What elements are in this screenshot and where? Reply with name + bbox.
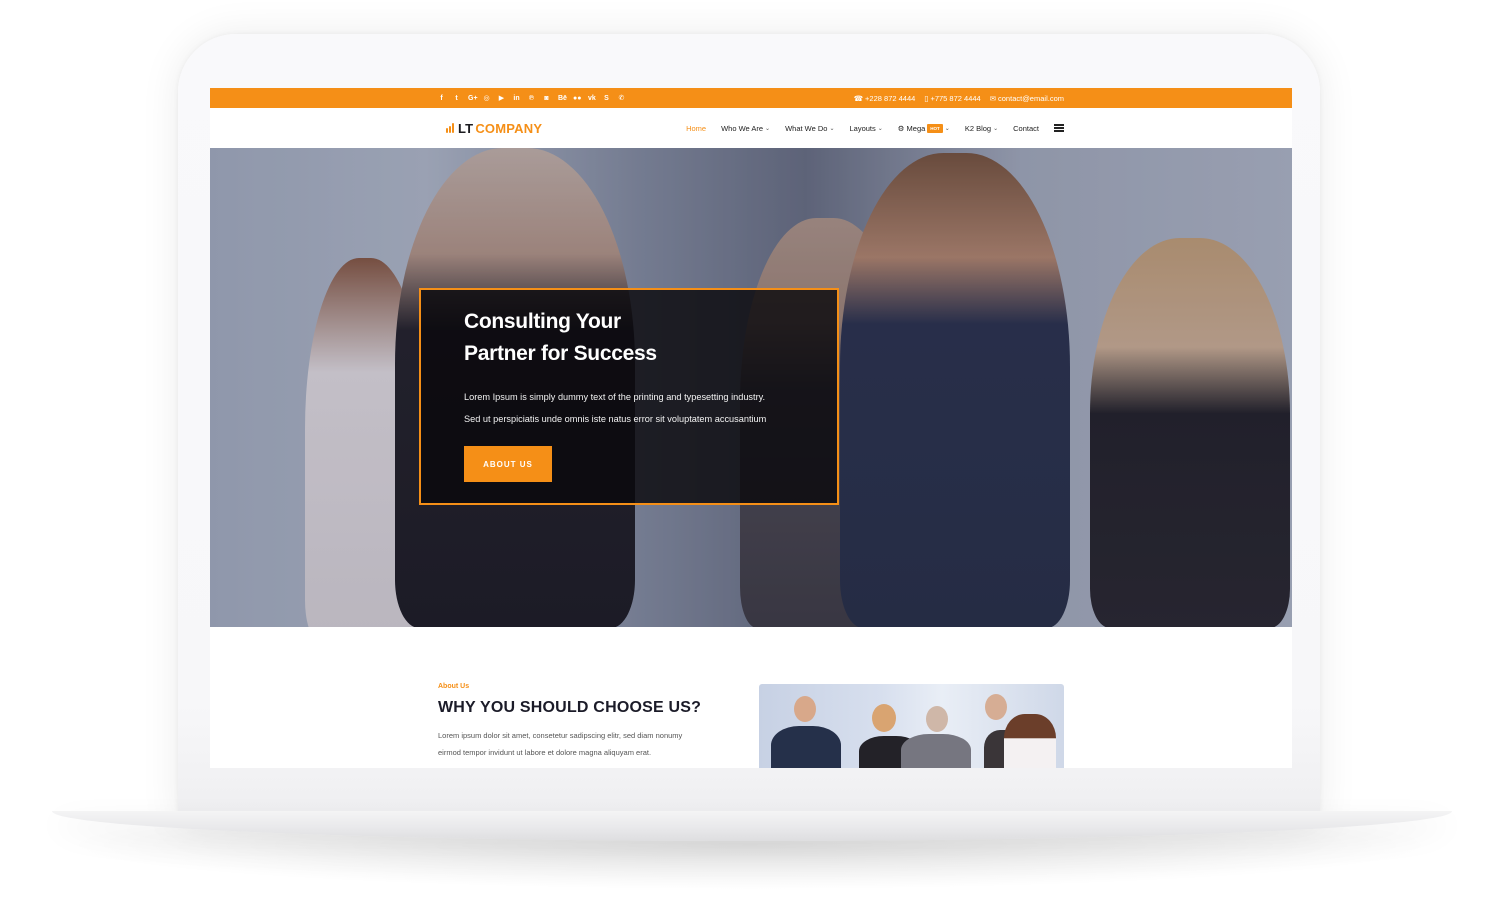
nav-item-layouts[interactable]: Layouts ⌄ [849, 124, 882, 133]
chevron-down-icon: ⌄ [944, 125, 950, 132]
logo-suffix: COMPANY [475, 120, 543, 136]
nav-item-k2-blog[interactable]: K2 Blog ⌄ [965, 124, 998, 133]
instagram-icon[interactable]: ◙ [543, 95, 550, 102]
main-menu: Home Who We Are ⌄ What We Do ⌄ Layouts ⌄… [686, 123, 1064, 133]
phone-number-2: +775 872 4444 [930, 93, 981, 103]
about-text-line-1: Lorem ipsum dolor sit amet, consetetur s… [438, 731, 683, 740]
nav-item-label: K2 Blog [964, 123, 992, 133]
email-contact[interactable]: ✉ contact@email.com [990, 94, 1064, 103]
chevron-down-icon: ⌄ [993, 125, 999, 132]
hero-title-line-1: Consulting Your [464, 310, 621, 333]
flickr-icon[interactable]: ●● [573, 95, 581, 102]
nav-item-label: What We Do [785, 123, 828, 133]
nav-item-label: Who We Are [721, 123, 764, 133]
dribbble-icon[interactable]: ◎ [483, 95, 490, 102]
email-address: contact@email.com [998, 93, 1064, 103]
mobile-contact[interactable]: ▯ +775 872 4444 [924, 94, 980, 103]
gear-icon: ⚙ [897, 123, 905, 133]
nav-item-label: Mega [906, 123, 926, 133]
logo-prefix: LT [458, 120, 474, 136]
behance-icon[interactable]: Bē [558, 95, 567, 102]
phone-number-1: +228 872 4444 [865, 93, 916, 103]
youtube-icon[interactable]: ▶ [498, 95, 505, 102]
about-title: WHY YOU SHOULD CHOOSE US? [438, 699, 702, 716]
team-photo-head [926, 706, 948, 732]
hero-description: Lorem Ipsum is simply dummy text of the … [464, 386, 837, 430]
linkedin-icon[interactable]: in [513, 95, 520, 102]
hero-text-line-1: Lorem Ipsum is simply dummy text of the … [464, 392, 766, 402]
about-team-image [759, 684, 1064, 768]
hero-title: Consulting Your Partner for Success [464, 306, 837, 370]
hero-section: Consulting Your Partner for Success Lore… [210, 148, 1292, 627]
pinterest-icon[interactable]: ℗ [528, 95, 535, 102]
nav-item-label: Home [686, 123, 707, 133]
vk-icon[interactable]: vk [588, 95, 596, 102]
facebook-icon[interactable]: f [438, 95, 445, 102]
about-section: About Us WHY YOU SHOULD CHOOSE US? Lorem… [210, 627, 1292, 768]
twitter-icon[interactable]: t [453, 95, 460, 102]
main-navbar: LT COMPANY Home Who We Are ⌄ What We Do … [210, 108, 1292, 148]
about-kicker: About Us [438, 683, 470, 690]
team-photo-person [771, 726, 841, 768]
team-photo-head [872, 704, 896, 732]
logo[interactable]: LT COMPANY [446, 121, 542, 136]
hero-content-box: Consulting Your Partner for Success Lore… [419, 288, 839, 505]
logo-chart-icon [446, 123, 456, 133]
nav-item-home[interactable]: Home [686, 124, 706, 133]
phone-icon: ☎ [853, 93, 864, 103]
nav-item-who-we-are[interactable]: Who We Are ⌄ [721, 124, 770, 133]
nav-item-label: Contact [1013, 123, 1039, 133]
whatsapp-icon[interactable]: ✆ [618, 95, 625, 102]
nav-item-what-we-do[interactable]: What We Do ⌄ [785, 124, 834, 133]
contact-info: ☎ +228 872 4444 ▯ +775 872 4444 ✉ contac… [854, 94, 1064, 103]
about-text-line-2: eirmod tempor invidunt ut labore et dolo… [438, 748, 652, 757]
phone-contact[interactable]: ☎ +228 872 4444 [854, 94, 916, 103]
nav-item-label: Layouts [849, 123, 876, 133]
nav-item-contact[interactable]: Contact [1013, 124, 1039, 133]
team-photo-head [794, 696, 816, 722]
hero-text-line-2: Sed ut perspiciatis unde omnis iste natu… [464, 414, 767, 424]
hero-title-line-2: Partner for Success [464, 342, 657, 365]
hot-badge: HOT [927, 123, 943, 133]
email-icon: ✉ [989, 93, 997, 103]
google-plus-icon[interactable]: G+ [468, 95, 478, 102]
mobile-icon: ▯ [924, 93, 929, 103]
nav-item-mega[interactable]: ⚙ Mega HOT ⌄ [897, 123, 950, 133]
chevron-down-icon: ⌄ [829, 125, 835, 132]
chevron-down-icon: ⌄ [765, 125, 771, 132]
skype-icon[interactable]: S [603, 95, 610, 102]
chevron-down-icon: ⌄ [877, 125, 883, 132]
team-photo-person [901, 734, 971, 768]
hamburger-menu-icon[interactable] [1054, 124, 1064, 132]
about-us-button[interactable]: ABOUT US [464, 446, 552, 482]
top-bar: f t G+ ◎ ▶ in ℗ ◙ Bē ●● vk S ✆ ☎ +228 87… [210, 88, 1292, 108]
about-description: Lorem ipsum dolor sit amet, consetetur s… [438, 727, 738, 761]
website-screen: f t G+ ◎ ▶ in ℗ ◙ Bē ●● vk S ✆ ☎ +228 87… [210, 88, 1292, 768]
social-links: f t G+ ◎ ▶ in ℗ ◙ Bē ●● vk S ✆ [438, 95, 625, 102]
team-photo-head [985, 694, 1007, 720]
team-photo-person [1004, 714, 1056, 768]
